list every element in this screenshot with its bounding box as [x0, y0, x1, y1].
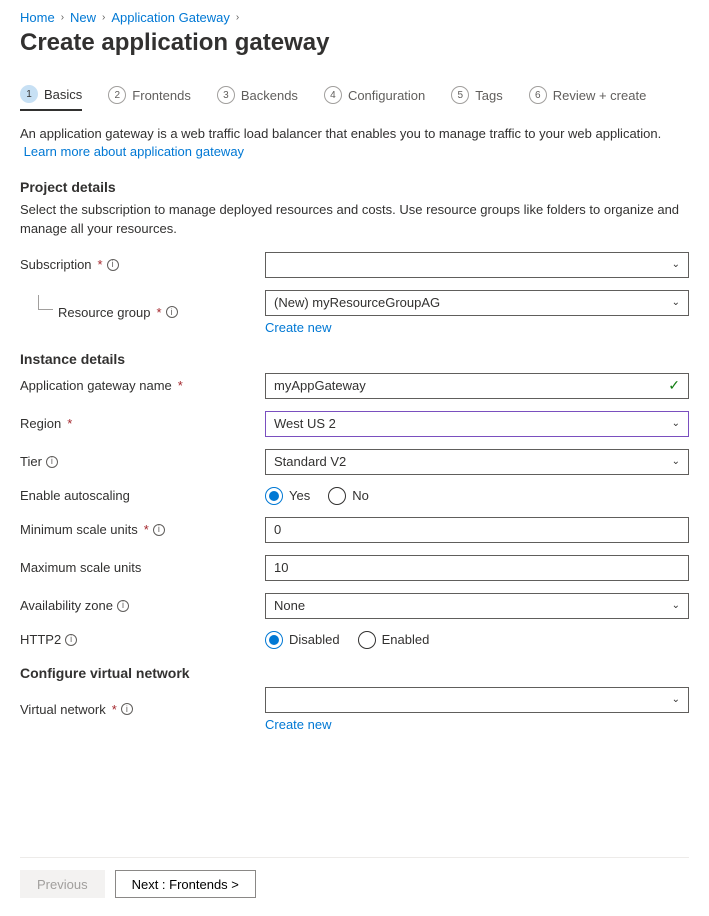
tab-number-icon: 4	[324, 86, 342, 104]
tab-label: Backends	[241, 88, 298, 103]
min-units-label: Minimum scale units* i	[20, 522, 265, 537]
tab-backends[interactable]: 3 Backends	[217, 85, 298, 111]
radio-dot-icon	[328, 487, 346, 505]
autoscaling-no-radio[interactable]: No	[328, 487, 369, 505]
tab-label: Tags	[475, 88, 502, 103]
tab-number-icon: 6	[529, 86, 547, 104]
autoscaling-yes-radio[interactable]: Yes	[265, 487, 310, 505]
tab-number-icon: 1	[20, 85, 38, 103]
breadcrumb-application-gateway[interactable]: Application Gateway	[111, 10, 230, 25]
tab-number-icon: 5	[451, 86, 469, 104]
learn-more-link[interactable]: Learn more about application gateway	[24, 144, 244, 159]
tab-number-icon: 2	[108, 86, 126, 104]
tier-select[interactable]: Standard V2 ⌄	[265, 449, 689, 475]
tab-label: Basics	[44, 87, 82, 102]
chevron-right-icon: ›	[102, 12, 105, 23]
subscription-select[interactable]: ⌄	[265, 252, 689, 278]
checkmark-icon: ✓	[668, 377, 680, 394]
info-icon[interactable]: i	[65, 634, 77, 646]
previous-button: Previous	[20, 870, 105, 898]
chevron-down-icon: ⌄	[672, 456, 680, 467]
project-details-desc: Select the subscription to manage deploy…	[20, 201, 689, 237]
breadcrumb: Home › New › Application Gateway ›	[20, 10, 689, 25]
info-icon[interactable]: i	[117, 600, 129, 612]
autoscaling-label: Enable autoscaling	[20, 488, 265, 503]
chevron-down-icon: ⌄	[672, 418, 680, 429]
wizard-footer: Previous Next : Frontends >	[20, 857, 689, 898]
chevron-down-icon: ⌄	[672, 259, 680, 270]
subscription-label: Subscription* i	[20, 257, 265, 272]
chevron-right-icon: ›	[236, 12, 239, 23]
max-units-input[interactable]: 10	[265, 555, 689, 581]
intro-description: An application gateway is a web traffic …	[20, 126, 661, 141]
region-select[interactable]: West US 2 ⌄	[265, 411, 689, 437]
tab-review-create[interactable]: 6 Review + create	[529, 85, 647, 111]
info-icon[interactable]: i	[121, 703, 133, 715]
breadcrumb-new[interactable]: New	[70, 10, 96, 25]
max-units-label: Maximum scale units	[20, 560, 265, 575]
radio-dot-icon	[265, 487, 283, 505]
next-button[interactable]: Next : Frontends >	[115, 870, 256, 898]
chevron-right-icon: ›	[61, 12, 64, 23]
chevron-down-icon: ⌄	[672, 297, 680, 308]
vnet-heading: Configure virtual network	[20, 665, 689, 681]
chevron-down-icon: ⌄	[672, 600, 680, 611]
resource-group-label: Resource group* i	[20, 305, 265, 320]
http2-disabled-radio[interactable]: Disabled	[265, 631, 340, 649]
create-new-vnet-link[interactable]: Create new	[265, 717, 689, 732]
create-new-resource-group-link[interactable]: Create new	[265, 320, 689, 335]
tab-label: Configuration	[348, 88, 425, 103]
tab-number-icon: 3	[217, 86, 235, 104]
min-units-input[interactable]: 0	[265, 517, 689, 543]
radio-dot-icon	[358, 631, 376, 649]
tab-tags[interactable]: 5 Tags	[451, 85, 502, 111]
info-icon[interactable]: i	[107, 259, 119, 271]
info-icon[interactable]: i	[153, 524, 165, 536]
gateway-name-label: Application gateway name*	[20, 378, 265, 393]
tab-label: Review + create	[553, 88, 647, 103]
chevron-down-icon: ⌄	[672, 694, 680, 705]
virtual-network-select[interactable]: ⌄	[265, 687, 689, 713]
availability-zone-label: Availability zone i	[20, 598, 265, 613]
radio-dot-icon	[265, 631, 283, 649]
info-icon[interactable]: i	[46, 456, 58, 468]
breadcrumb-home[interactable]: Home	[20, 10, 55, 25]
availability-zone-select[interactable]: None ⌄	[265, 593, 689, 619]
page-title: Create application gateway	[20, 29, 689, 57]
tab-label: Frontends	[132, 88, 191, 103]
tab-basics[interactable]: 1 Basics	[20, 85, 82, 111]
http2-enabled-radio[interactable]: Enabled	[358, 631, 430, 649]
wizard-tabs: 1 Basics 2 Frontends 3 Backends 4 Config…	[20, 85, 689, 111]
intro-text: An application gateway is a web traffic …	[20, 125, 689, 161]
virtual-network-label: Virtual network* i	[20, 702, 265, 717]
project-details-heading: Project details	[20, 179, 689, 195]
gateway-name-input[interactable]: myAppGateway ✓	[265, 373, 689, 399]
region-label: Region*	[20, 416, 265, 431]
tab-configuration[interactable]: 4 Configuration	[324, 85, 425, 111]
http2-label: HTTP2 i	[20, 632, 265, 647]
tier-label: Tier i	[20, 454, 265, 469]
info-icon[interactable]: i	[166, 306, 178, 318]
instance-details-heading: Instance details	[20, 351, 689, 367]
tab-frontends[interactable]: 2 Frontends	[108, 85, 191, 111]
resource-group-select[interactable]: (New) myResourceGroupAG ⌄	[265, 290, 689, 316]
